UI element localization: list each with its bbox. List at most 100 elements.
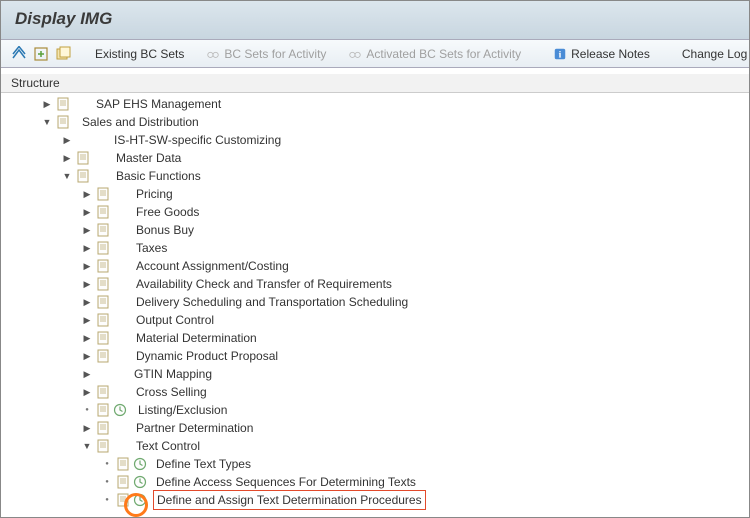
tree-node-sales-distribution[interactable]: ▼ Sales and Distribution — [11, 113, 749, 131]
release-notes-label: Release Notes — [571, 47, 650, 61]
tree-node[interactable]: ▶ Free Goods — [11, 203, 749, 221]
svg-text:i: i — [559, 49, 562, 60]
tree-node[interactable]: ▶Cross Selling — [11, 383, 749, 401]
leaf-bullet: ● — [101, 494, 113, 506]
glasses-icon — [348, 47, 362, 61]
img-activity-icon[interactable] — [77, 169, 91, 183]
bc-sets-for-activity-label: BC Sets for Activity — [224, 47, 326, 61]
expand-icon[interactable]: ▶ — [61, 134, 73, 146]
tree-node[interactable]: ●Define Access Sequences For Determining… — [11, 473, 749, 491]
execute-icon[interactable] — [133, 493, 147, 507]
img-activity-icon[interactable] — [97, 241, 111, 255]
img-activity-icon[interactable] — [97, 259, 111, 273]
expand-icon[interactable]: ▶ — [81, 422, 93, 434]
activated-bc-sets-button[interactable]: Activated BC Sets for Activity — [340, 45, 529, 63]
img-activity-icon[interactable] — [97, 385, 111, 399]
structure-header: Structure — [1, 74, 749, 93]
tree-label: Text Control — [133, 437, 203, 455]
page-title: Display IMG — [1, 1, 749, 40]
img-activity-icon[interactable] — [97, 439, 111, 453]
activated-bc-sets-label: Activated BC Sets for Activity — [366, 47, 521, 61]
tree-label: Master Data — [113, 149, 184, 167]
tree-node[interactable]: ▶Output Control — [11, 311, 749, 329]
expand-icon[interactable]: ▶ — [61, 152, 73, 164]
expand-icon[interactable]: ▶ — [81, 350, 93, 362]
tree-label: Availability Check and Transfer of Requi… — [133, 275, 395, 293]
collapse-icon[interactable]: ▼ — [41, 116, 53, 128]
collapse-icon[interactable] — [33, 45, 49, 63]
collapse-icon[interactable]: ▼ — [81, 440, 93, 452]
execute-icon[interactable] — [133, 475, 147, 489]
tree-node[interactable]: ▶ Material Determination — [11, 329, 749, 347]
change-log-button[interactable]: Change Log — [674, 45, 750, 63]
collapse-icon[interactable]: ▼ — [61, 170, 73, 182]
img-activity-icon[interactable] — [97, 295, 111, 309]
tree-node[interactable]: ▶GTIN Mapping — [11, 365, 749, 383]
tree-label: Basic Functions — [113, 167, 204, 185]
expand-icon[interactable]: ▶ — [81, 296, 93, 308]
img-activity-icon[interactable] — [77, 151, 91, 165]
expand-icon[interactable]: ▶ — [81, 368, 93, 380]
tree-node[interactable]: ▶ Master Data — [11, 149, 749, 167]
glasses-icon — [206, 47, 220, 61]
tree-node[interactable]: ▶ IS-HT-SW-specific Customizing — [11, 131, 749, 149]
expand-all-icon[interactable] — [11, 45, 27, 63]
img-activity-icon[interactable] — [57, 115, 71, 129]
tree-node[interactable]: ▶ Taxes — [11, 239, 749, 257]
expand-icon[interactable]: ▶ — [81, 260, 93, 272]
execute-icon[interactable] — [133, 457, 147, 471]
tree-node-text-control[interactable]: ▼ Text Control — [11, 437, 749, 455]
tree-node[interactable]: ▶ Delivery Scheduling and Transportation … — [11, 293, 749, 311]
expand-icon[interactable]: ▶ — [81, 386, 93, 398]
tree-label: Define Access Sequences For Determining … — [153, 473, 419, 491]
expand-icon[interactable]: ▶ — [81, 224, 93, 236]
img-activity-icon[interactable] — [97, 349, 111, 363]
img-activity-icon[interactable] — [117, 493, 131, 507]
tree-node-sap-ehs[interactable]: ▶ SAP EHS Management — [11, 95, 749, 113]
img-activity-icon[interactable] — [117, 457, 131, 471]
tree-node-define-assign-text-determination[interactable]: ● Define and Assign Text Determination Pr… — [11, 491, 749, 509]
img-activity-icon[interactable] — [97, 223, 111, 237]
tree-node[interactable]: ▶ Dynamic Product Proposal — [11, 347, 749, 365]
expand-icon[interactable]: ▶ — [81, 314, 93, 326]
toolbar: Existing BC Sets BC Sets for Activity Ac… — [1, 40, 749, 68]
existing-bc-sets-label: Existing BC Sets — [95, 47, 184, 61]
expand-icon[interactable]: ▶ — [81, 188, 93, 200]
img-activity-icon[interactable] — [97, 313, 111, 327]
tree-label: Material Determination — [133, 329, 260, 347]
img-activity-icon[interactable] — [97, 421, 111, 435]
tree-node[interactable]: ●Define Text Types — [11, 455, 749, 473]
tree-node-basic-functions[interactable]: ▼ Basic Functions — [11, 167, 749, 185]
tree-node[interactable]: ▶Account Assignment/Costing — [11, 257, 749, 275]
bc-sets-for-activity-button[interactable]: BC Sets for Activity — [198, 45, 334, 63]
expand-icon[interactable]: ▶ — [81, 206, 93, 218]
tree-label: Free Goods — [133, 203, 202, 221]
tree-label: Taxes — [133, 239, 170, 257]
tree-label: Dynamic Product Proposal — [133, 347, 281, 365]
expand-icon[interactable]: ▶ — [41, 98, 53, 110]
tree-label-highlighted: Define and Assign Text Determination Pro… — [153, 490, 426, 510]
img-activity-icon[interactable] — [97, 403, 111, 417]
tree-node[interactable]: ▶ Availability Check and Transfer of Requ… — [11, 275, 749, 293]
existing-bc-sets-button[interactable]: Existing BC Sets — [87, 45, 192, 63]
tree-label: Delivery Scheduling and Transportation S… — [133, 293, 411, 311]
release-notes-button[interactable]: i Release Notes — [545, 45, 658, 63]
tree-node[interactable]: ▶Bonus Buy — [11, 221, 749, 239]
tree: ▶ SAP EHS Management ▼ Sales and Distrib… — [1, 93, 749, 509]
expand-icon[interactable]: ▶ — [81, 332, 93, 344]
img-activity-icon[interactable] — [97, 205, 111, 219]
img-activity-icon[interactable] — [57, 97, 71, 111]
img-activity-icon[interactable] — [97, 277, 111, 291]
where-used-icon[interactable] — [55, 45, 71, 63]
expand-icon[interactable]: ▶ — [81, 278, 93, 290]
tree-node[interactable]: ▶Pricing — [11, 185, 749, 203]
tree-node[interactable]: ●Listing/Exclusion — [11, 401, 749, 419]
img-activity-icon[interactable] — [97, 331, 111, 345]
tree-label: IS-HT-SW-specific Customizing — [111, 131, 284, 149]
expand-icon[interactable]: ▶ — [81, 242, 93, 254]
img-activity-icon[interactable] — [117, 475, 131, 489]
img-activity-icon[interactable] — [97, 187, 111, 201]
tree-label: Listing/Exclusion — [135, 401, 230, 419]
tree-node[interactable]: ▶Partner Determination — [11, 419, 749, 437]
execute-icon[interactable] — [113, 403, 127, 417]
